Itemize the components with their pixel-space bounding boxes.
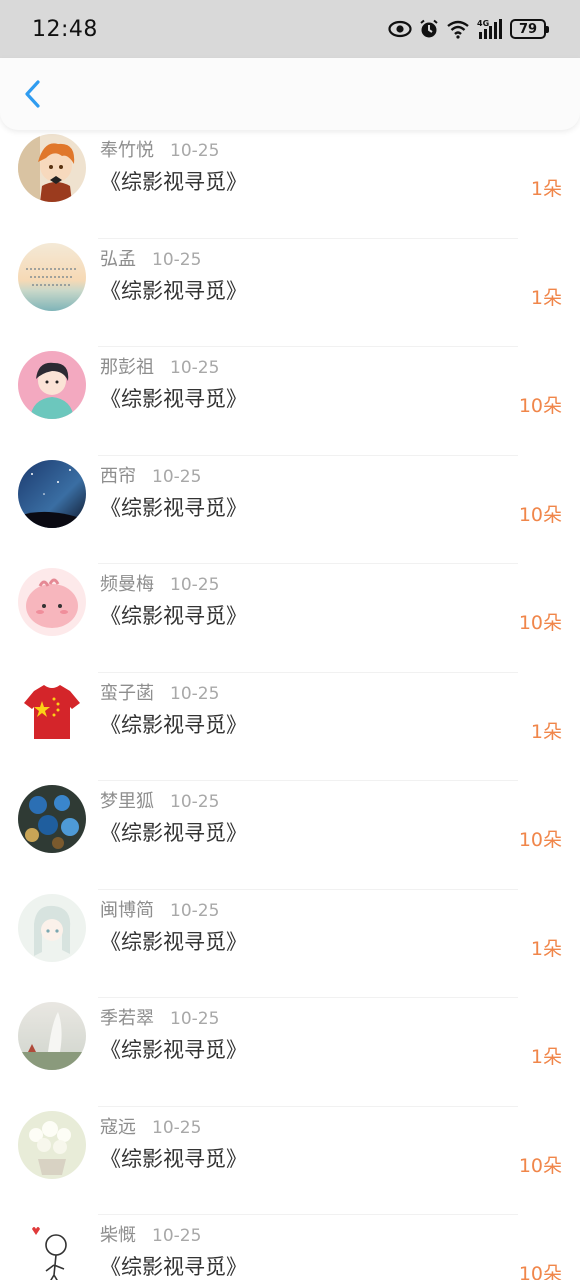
avatar[interactable] bbox=[18, 242, 86, 311]
book-title: 《综影视寻觅》 bbox=[100, 1038, 247, 1062]
item-meta: 柴慨 10-25 bbox=[100, 1221, 201, 1247]
item-meta: 蛮子菡 10-25 bbox=[100, 679, 219, 705]
date: 10-25 bbox=[152, 466, 202, 487]
username: 柴慨 bbox=[100, 1225, 136, 1246]
gift-count: 10朵 bbox=[518, 612, 562, 634]
date: 10-25 bbox=[170, 141, 220, 161]
item-meta: 西帘 10-25 bbox=[100, 462, 201, 488]
avatar[interactable] bbox=[18, 893, 86, 962]
status-time: 12:48 bbox=[32, 16, 98, 42]
gift-count: 10朵 bbox=[518, 503, 562, 526]
book-title: 《综影视寻觅》 bbox=[100, 712, 247, 737]
gift-record-list: 奉竹悦 10-25 《综影视寻觅》 1朵 弘孟 10-25 《综影视寻觅》 1朵… bbox=[0, 130, 580, 1280]
gift-count: 1朵 bbox=[530, 1046, 562, 1068]
list-item[interactable]: 频曼梅 10-25 《综影视寻觅》 10朵 bbox=[0, 564, 580, 673]
item-meta: 寇远 10-25 bbox=[100, 1113, 201, 1139]
item-meta: 奉竹悦 10-25 bbox=[100, 136, 219, 162]
list-item[interactable]: 弘孟 10-25 《综影视寻觅》 1朵 bbox=[0, 239, 580, 348]
book-title: 《综影视寻觅》 bbox=[100, 929, 247, 954]
avatar[interactable] bbox=[18, 568, 86, 636]
list-item[interactable]: 那彭祖 10-25 《综影视寻觅》 10朵 bbox=[0, 347, 580, 456]
item-meta: 闽博简 10-25 bbox=[100, 896, 219, 922]
list-item[interactable]: 闽博简 10-25 《综影视寻觅》 1朵 bbox=[0, 890, 580, 999]
book-title: 《综影视寻觅》 bbox=[100, 821, 247, 845]
gift-count: 10朵 bbox=[518, 1263, 562, 1280]
date: 10-25 bbox=[152, 249, 202, 270]
item-meta: 弘孟 10-25 bbox=[100, 245, 201, 271]
book-title: 《综影视寻觅》 bbox=[100, 1255, 247, 1279]
username: 蛮子菡 bbox=[100, 682, 154, 704]
username: 寇远 bbox=[100, 1116, 136, 1138]
date: 10-25 bbox=[152, 1117, 202, 1138]
list-item[interactable]: 寇远 10-25 《综影视寻觅》 10朵 bbox=[0, 1107, 580, 1216]
item-meta: 季若翠 10-25 bbox=[100, 1004, 219, 1030]
date: 10-25 bbox=[170, 358, 220, 378]
gift-count: 1朵 bbox=[530, 178, 562, 200]
item-meta: 梦里狐 10-25 bbox=[100, 787, 219, 813]
gift-count: 1朵 bbox=[530, 286, 562, 309]
book-title: 《综影视寻觅》 bbox=[100, 387, 247, 411]
username: 奉竹悦 bbox=[100, 140, 154, 161]
book-title: 《综影视寻觅》 bbox=[100, 495, 247, 520]
gift-count: 10朵 bbox=[518, 829, 562, 851]
date: 10-25 bbox=[170, 1009, 220, 1029]
avatar[interactable] bbox=[18, 134, 86, 202]
list-item[interactable]: 季若翠 10-25 《综影视寻觅》 1朵 bbox=[0, 998, 580, 1107]
gift-count: 1朵 bbox=[530, 720, 562, 743]
gift-count: 10朵 bbox=[518, 395, 562, 417]
avatar[interactable] bbox=[18, 785, 86, 853]
date: 10-25 bbox=[170, 900, 220, 921]
username: 季若翠 bbox=[100, 1008, 154, 1029]
username: 闽博简 bbox=[100, 899, 154, 921]
list-item[interactable]: 梦里狐 10-25 《综影视寻觅》 10朵 bbox=[0, 781, 580, 890]
avatar[interactable] bbox=[18, 1110, 86, 1179]
username: 那彭祖 bbox=[100, 357, 154, 378]
gift-count: 1朵 bbox=[530, 937, 562, 960]
status-bar: 12:48 4G 79 bbox=[0, 0, 580, 58]
back-button[interactable] bbox=[14, 74, 50, 114]
signal-icon: 4G bbox=[477, 18, 503, 40]
list-item[interactable]: 柴慨 10-25 《综影视寻觅》 10朵 bbox=[0, 1215, 580, 1280]
list-item[interactable]: 西帘 10-25 《综影视寻觅》 10朵 bbox=[0, 456, 580, 565]
username: 频曼梅 bbox=[100, 574, 154, 595]
eye-icon bbox=[388, 20, 412, 38]
status-icons: 4G 79 bbox=[388, 18, 549, 40]
wifi-icon bbox=[446, 19, 470, 39]
book-title: 《综影视寻觅》 bbox=[100, 604, 247, 628]
item-meta: 那彭祖 10-25 bbox=[100, 353, 219, 379]
date: 10-25 bbox=[152, 1226, 202, 1246]
username: 梦里狐 bbox=[100, 791, 154, 812]
list-item[interactable]: 蛮子菡 10-25 《综影视寻觅》 1朵 bbox=[0, 673, 580, 782]
book-title: 《综影视寻觅》 bbox=[100, 278, 247, 303]
alarm-icon bbox=[419, 19, 439, 39]
avatar[interactable] bbox=[18, 459, 86, 528]
gift-count: 10朵 bbox=[518, 1154, 562, 1177]
book-title: 《综影视寻觅》 bbox=[100, 170, 247, 194]
book-title: 《综影视寻觅》 bbox=[100, 1146, 247, 1171]
svg-text:4G: 4G bbox=[477, 19, 489, 28]
username: 西帘 bbox=[100, 465, 136, 487]
date: 10-25 bbox=[170, 683, 220, 704]
chevron-left-icon bbox=[25, 80, 40, 108]
date: 10-25 bbox=[170, 575, 220, 595]
avatar[interactable] bbox=[18, 1002, 86, 1070]
battery-icon: 79 bbox=[510, 19, 549, 39]
avatar[interactable] bbox=[18, 676, 86, 745]
header bbox=[0, 58, 580, 130]
item-meta: 频曼梅 10-25 bbox=[100, 570, 219, 596]
avatar[interactable] bbox=[18, 351, 86, 419]
avatar[interactable] bbox=[18, 1219, 86, 1280]
username: 弘孟 bbox=[100, 248, 136, 270]
date: 10-25 bbox=[170, 792, 220, 812]
